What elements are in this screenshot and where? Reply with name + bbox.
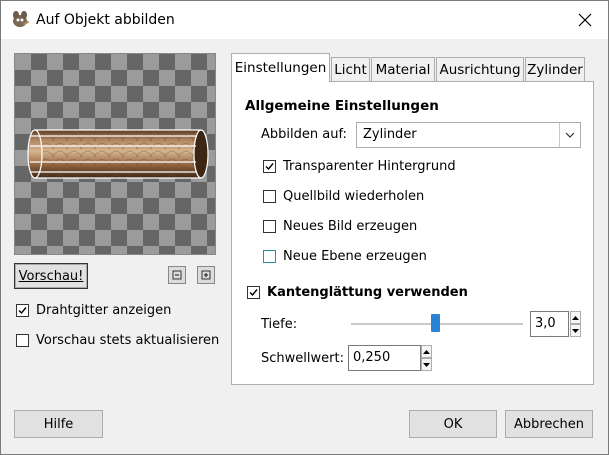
tab-label: Einstellungen	[234, 60, 327, 76]
preview-button-label: Vorschau!	[18, 268, 84, 284]
threshold-label: Schwellwert:	[261, 351, 344, 366]
depth-spin-buttons	[570, 311, 581, 337]
map-to-label: Abbilden auf:	[261, 127, 347, 142]
transparent-bg-checkbox[interactable]: Transparenter Hintergrund	[263, 159, 456, 174]
tab-licht[interactable]: Licht	[331, 57, 370, 81]
tab-zylinder[interactable]: Zylinder	[525, 57, 585, 81]
gimp-icon	[13, 11, 30, 27]
zoom-in-button[interactable]	[197, 266, 215, 284]
checkbox-unchecked-icon	[16, 334, 29, 347]
transparent-bg-label: Transparenter Hintergrund	[283, 159, 456, 174]
arrow-up-icon	[572, 315, 579, 320]
help-button-label: Hilfe	[43, 416, 74, 432]
map-to-value: Zylinder	[363, 127, 417, 142]
threshold-increment-button[interactable]	[421, 345, 432, 358]
tab-label: Licht	[334, 61, 367, 78]
checkbox-checked-icon	[16, 304, 29, 317]
preview-canvas[interactable]	[14, 53, 216, 255]
ok-button[interactable]: OK	[409, 410, 497, 438]
tile-source-label: Quellbild wiederholen	[283, 189, 425, 204]
new-image-checkbox[interactable]: Neues Bild erzeugen	[263, 219, 417, 234]
title-bar: Auf Objekt abbilden	[1, 1, 608, 39]
depth-slider-handle[interactable]	[431, 314, 440, 332]
settings-panel: Allgemeine Einstellungen Abbilden auf: Z…	[231, 81, 594, 385]
help-button[interactable]: Hilfe	[14, 410, 103, 438]
tab-einstellungen[interactable]: Einstellungen	[231, 53, 330, 82]
depth-label: Tiefe:	[261, 317, 298, 332]
new-layer-label: Neue Ebene erzeugen	[283, 249, 427, 264]
arrow-down-icon	[423, 362, 430, 367]
chevron-down-icon	[559, 123, 580, 147]
window-title: Auf Objekt abbilden	[36, 12, 175, 28]
antialias-checkbox[interactable]: Kantenglättung verwenden	[247, 285, 468, 300]
zoom-out-button[interactable]	[168, 266, 186, 284]
zoom-in-icon	[201, 270, 211, 280]
checkbox-unchecked-icon	[263, 220, 276, 233]
arrow-down-icon	[572, 328, 579, 333]
autoupdate-checkbox[interactable]: Vorschau stets aktualisieren	[16, 333, 219, 348]
tab-label: Material	[375, 61, 431, 78]
cancel-button[interactable]: Abbrechen	[505, 410, 593, 438]
wireframe-checkbox[interactable]: Drahtgitter anzeigen	[16, 303, 171, 318]
arrow-up-icon	[423, 349, 430, 354]
autoupdate-label: Vorschau stets aktualisieren	[36, 333, 220, 348]
depth-value: 3,0	[535, 316, 556, 331]
section-title: Allgemeine Einstellungen	[245, 98, 439, 114]
tab-material[interactable]: Material	[371, 57, 435, 81]
tab-ausrichtung[interactable]: Ausrichtung	[436, 57, 524, 81]
threshold-spin-field[interactable]: 0,250	[348, 345, 421, 371]
tab-label: Ausrichtung	[439, 61, 521, 78]
close-button[interactable]	[562, 1, 608, 39]
close-icon	[578, 13, 592, 27]
threshold-spin-buttons	[421, 345, 432, 371]
checkbox-unchecked-icon	[263, 250, 276, 263]
new-layer-checkbox[interactable]: Neue Ebene erzeugen	[263, 249, 427, 264]
depth-increment-button[interactable]	[570, 311, 581, 324]
zoom-out-icon	[172, 270, 182, 280]
checkbox-unchecked-icon	[263, 190, 276, 203]
checkbox-checked-icon	[247, 286, 260, 299]
depth-spin-field[interactable]: 3,0	[530, 311, 569, 337]
antialias-label: Kantenglättung verwenden	[267, 285, 468, 300]
cancel-button-label: Abbrechen	[513, 416, 585, 432]
map-to-select[interactable]: Zylinder	[356, 122, 581, 148]
checkbox-checked-icon	[263, 160, 276, 173]
tab-label: Zylinder	[527, 61, 583, 78]
cylinder-preview-image	[27, 129, 209, 179]
preview-button[interactable]: Vorschau!	[14, 263, 88, 289]
new-image-label: Neues Bild erzeugen	[283, 219, 418, 234]
threshold-value: 0,250	[353, 350, 391, 365]
threshold-decrement-button[interactable]	[421, 358, 432, 371]
map-object-dialog: Auf Objekt abbilden Vorschau! Drahtgitte…	[0, 0, 609, 455]
depth-decrement-button[interactable]	[570, 324, 581, 337]
tile-source-checkbox[interactable]: Quellbild wiederholen	[263, 189, 424, 204]
wireframe-label: Drahtgitter anzeigen	[36, 303, 172, 318]
ok-button-label: OK	[443, 416, 463, 432]
